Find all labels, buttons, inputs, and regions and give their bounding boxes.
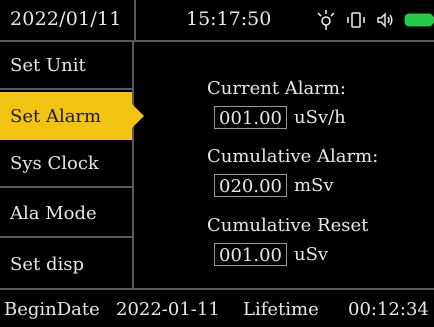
device-screen: 2022/01/11 15:17:50 Set Unit Set Alarm S… bbox=[0, 0, 434, 327]
sidebar-item-label: Ala Mode bbox=[10, 202, 97, 224]
current-alarm-row: 001.00 uSv/h bbox=[214, 106, 346, 129]
sidebar-item-label: Set Alarm bbox=[10, 105, 102, 127]
vibrate-icon bbox=[346, 10, 366, 30]
cumulative-alarm-unit: mSv bbox=[293, 175, 334, 196]
sidebar-item-label: Set disp bbox=[10, 253, 84, 275]
sidebar-item-label: Set Unit bbox=[10, 54, 86, 76]
sidebar-item-set-disp[interactable]: Set disp bbox=[0, 240, 132, 288]
sidebar-item-ala-mode[interactable]: Ala Mode bbox=[0, 190, 132, 238]
cumulative-reset-row: 001.00 uSv bbox=[214, 243, 328, 266]
status-time: 15:17:50 bbox=[186, 8, 272, 30]
current-alarm-value[interactable]: 001.00 bbox=[214, 106, 287, 129]
sidebar-menu: Set Unit Set Alarm Sys Clock Ala Mode Se… bbox=[0, 42, 144, 288]
speaker-icon bbox=[376, 11, 394, 29]
cumulative-reset-unit: uSv bbox=[293, 244, 329, 265]
current-alarm-label: Current Alarm: bbox=[207, 78, 346, 99]
begin-date-label: BeginDate bbox=[4, 299, 100, 320]
status-bar: 2022/01/11 15:17:50 bbox=[0, 0, 434, 42]
status-date: 2022/01/11 bbox=[10, 8, 122, 30]
sidebar-item-label: Sys Clock bbox=[10, 152, 99, 174]
sidebar-item-set-alarm[interactable]: Set Alarm bbox=[0, 92, 144, 140]
current-alarm-unit: uSv/h bbox=[293, 107, 346, 128]
cumulative-reset-label: Cumulative Reset bbox=[207, 215, 369, 236]
cumulative-alarm-row: 020.00 mSv bbox=[214, 174, 334, 197]
sidebar-item-sys-clock[interactable]: Sys Clock bbox=[0, 140, 132, 188]
cumulative-reset-value[interactable]: 001.00 bbox=[214, 243, 287, 266]
lifetime-label: Lifetime bbox=[243, 299, 319, 320]
battery-icon bbox=[404, 12, 434, 28]
begin-date-value: 2022-01-11 bbox=[116, 299, 220, 320]
status-icons bbox=[316, 8, 434, 32]
sidebar-item-set-unit[interactable]: Set Unit bbox=[0, 42, 132, 90]
footer-bar: BeginDate 2022-01-11 Lifetime 00:12:34 bbox=[0, 288, 434, 327]
alarm-settings-panel: Current Alarm: 001.00 uSv/h Cumulative A… bbox=[134, 42, 434, 288]
cumulative-alarm-value[interactable]: 020.00 bbox=[214, 174, 287, 197]
cumulative-alarm-label: Cumulative Alarm: bbox=[207, 146, 379, 167]
status-divider bbox=[134, 0, 136, 42]
lifetime-value: 00:12:34 bbox=[348, 299, 429, 320]
light-icon bbox=[316, 9, 336, 31]
